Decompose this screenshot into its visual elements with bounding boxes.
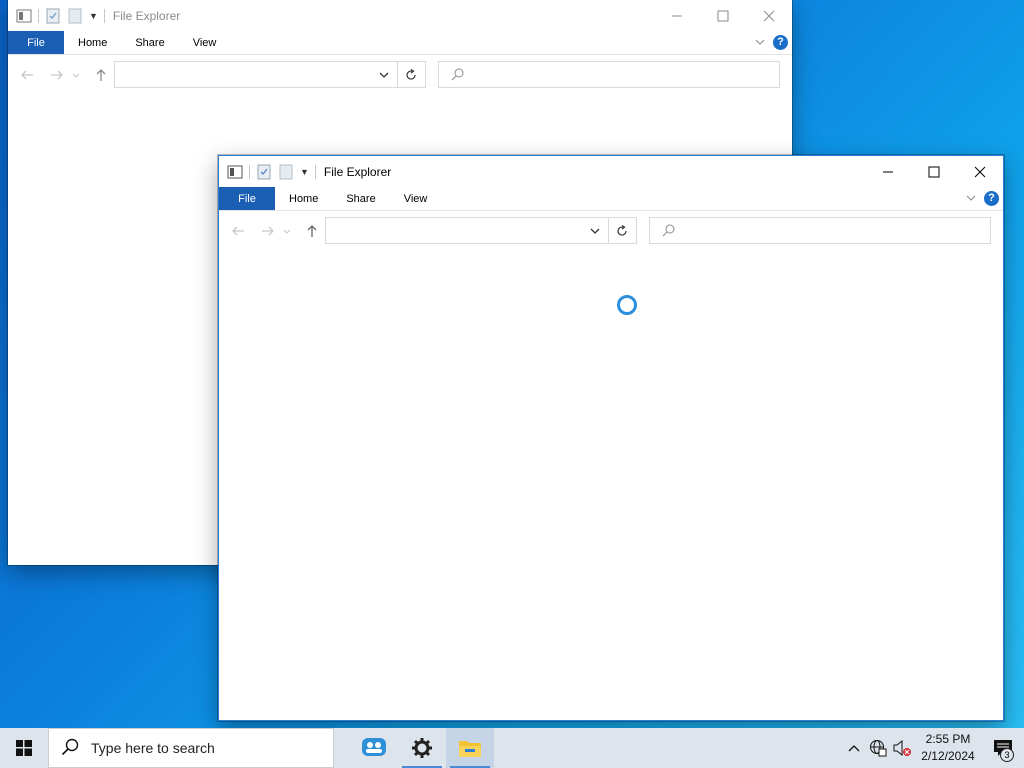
search-icon — [61, 738, 79, 759]
window-title: File Explorer — [323, 164, 392, 179]
refresh-button[interactable] — [397, 61, 426, 88]
taskbar-app-settings[interactable] — [398, 728, 446, 768]
clock[interactable]: 2:55 PM 2/12/2024 — [914, 731, 982, 765]
help-icon[interactable]: ? — [984, 190, 999, 206]
notification-count-badge: 3 — [1000, 748, 1014, 762]
maximize-button[interactable] — [700, 0, 746, 31]
help-icon[interactable]: ? — [773, 34, 788, 50]
expand-ribbon-chevron-icon[interactable] — [751, 33, 769, 51]
title-bar[interactable]: ▼ File Explorer — [219, 156, 1003, 187]
tab-share[interactable]: Share — [121, 31, 178, 54]
back-arrow-icon[interactable] — [18, 67, 36, 83]
address-dropdown-icon[interactable] — [582, 218, 608, 243]
search-box[interactable] — [438, 61, 780, 88]
separator — [314, 164, 316, 179]
properties-icon[interactable] — [256, 164, 272, 180]
content-pane[interactable] — [219, 251, 1003, 720]
properties-icon[interactable] — [45, 8, 61, 24]
window-title: File Explorer — [112, 8, 181, 23]
taskbar-app-people[interactable] — [350, 728, 398, 768]
expand-ribbon-chevron-icon[interactable] — [962, 189, 980, 207]
close-button[interactable] — [957, 156, 1003, 187]
back-arrow-icon[interactable] — [229, 223, 247, 239]
quick-access-toolbar: ▼ — [8, 0, 111, 31]
loading-spinner-icon — [617, 295, 637, 315]
windows-logo-icon — [16, 740, 32, 756]
navigation-bar — [8, 55, 792, 95]
up-arrow-icon[interactable] — [92, 67, 110, 83]
taskbar-search-placeholder: Type here to search — [91, 740, 215, 756]
address-dropdown-icon[interactable] — [371, 62, 397, 87]
search-icon — [662, 223, 676, 242]
tab-view[interactable]: View — [390, 187, 442, 210]
window-app-icon[interactable] — [227, 164, 243, 180]
taskbar: Type here to search 2:55 PM 2/12/2024 3 — [0, 728, 1024, 768]
separator — [38, 8, 39, 23]
separator — [249, 164, 250, 179]
clock-date: 2/12/2024 — [921, 749, 975, 763]
caption-buttons — [865, 156, 1003, 187]
window-app-icon[interactable] — [16, 8, 32, 24]
refresh-button[interactable] — [608, 217, 637, 244]
network-globe-icon[interactable] — [866, 728, 890, 768]
tab-file[interactable]: File — [8, 31, 64, 54]
address-bar[interactable] — [114, 61, 398, 88]
action-center-button[interactable]: 3 — [982, 728, 1024, 768]
new-folder-icon[interactable] — [67, 8, 83, 24]
forward-arrow-icon[interactable] — [259, 223, 277, 239]
recent-locations-chevron-icon[interactable] — [70, 67, 82, 83]
caption-buttons — [654, 0, 792, 31]
show-hidden-icons-chevron-icon[interactable] — [842, 728, 866, 768]
file-explorer-icon — [459, 741, 481, 757]
navigation-bar — [219, 211, 1003, 251]
ribbon: File Home Share View ? — [8, 31, 792, 55]
people-icon — [362, 738, 386, 756]
title-bar[interactable]: ▼ File Explorer — [8, 0, 792, 31]
close-button[interactable] — [746, 0, 792, 31]
settings-gear-icon — [412, 738, 432, 758]
clock-time: 2:55 PM — [925, 732, 971, 746]
tab-file[interactable]: File — [219, 187, 275, 210]
quick-access-toolbar: ▼ — [219, 156, 322, 187]
address-bar[interactable] — [325, 217, 609, 244]
tab-home[interactable]: Home — [64, 31, 121, 54]
file-explorer-window-front[interactable]: ▼ File Explorer File Home Share View ? — [218, 155, 1004, 721]
customize-toolbar-dropdown-icon[interactable]: ▼ — [89, 11, 98, 21]
ribbon: File Home Share View ? — [219, 187, 1003, 211]
separator — [103, 8, 105, 23]
taskbar-app-file-explorer[interactable] — [446, 728, 494, 768]
volume-muted-icon[interactable] — [890, 728, 914, 768]
recent-locations-chevron-icon[interactable] — [281, 223, 293, 239]
minimize-button[interactable] — [654, 0, 700, 31]
start-button[interactable] — [0, 728, 48, 768]
minimize-button[interactable] — [865, 156, 911, 187]
maximize-button[interactable] — [911, 156, 957, 187]
tab-share[interactable]: Share — [332, 187, 389, 210]
desktop[interactable]: ▼ File Explorer File Home Share View ? ▼… — [0, 0, 1024, 728]
up-arrow-icon[interactable] — [303, 223, 321, 239]
forward-arrow-icon[interactable] — [48, 67, 66, 83]
search-icon — [451, 67, 465, 86]
system-tray: 2:55 PM 2/12/2024 3 — [842, 728, 1024, 768]
new-folder-icon[interactable] — [278, 164, 294, 180]
tab-view[interactable]: View — [179, 31, 231, 54]
customize-toolbar-dropdown-icon[interactable]: ▼ — [300, 167, 309, 177]
search-box[interactable] — [649, 217, 991, 244]
tab-home[interactable]: Home — [275, 187, 332, 210]
taskbar-search-box[interactable]: Type here to search — [48, 728, 334, 768]
